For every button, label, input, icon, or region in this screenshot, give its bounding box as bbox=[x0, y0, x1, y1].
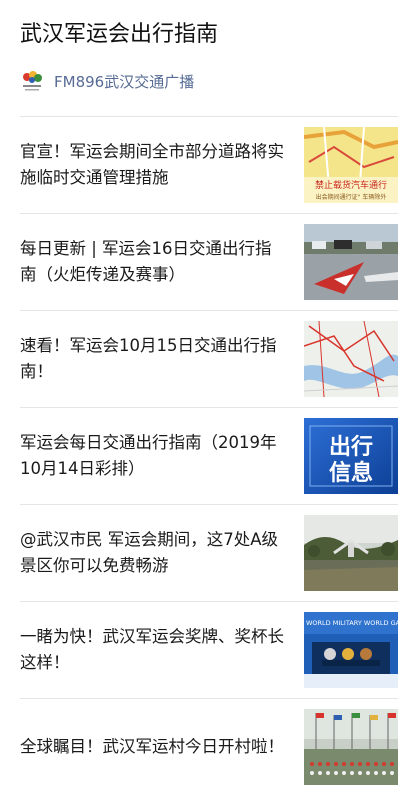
article-title[interactable]: 速看！军运会10月15日交通出行指南！ bbox=[20, 333, 285, 385]
scenic-area-photo-thumbnail[interactable] bbox=[304, 515, 398, 591]
thumb-banner-text: WORLD MILITARY WORLD GAMES PRESS CO bbox=[306, 619, 398, 627]
account-row[interactable]: FM896武汉交通广播 bbox=[20, 66, 397, 96]
article-item[interactable]: @武汉市民 军运会期间，这7处A级景区你可以免费畅游 bbox=[20, 504, 398, 601]
article-item[interactable]: 每日更新 | 军运会16日交通出行指南（火炬传递及赛事） bbox=[20, 213, 398, 310]
article-item[interactable]: 一睹为快！武汉军运会奖牌、奖杯长这样！ WORLD MILITARY WORLD… bbox=[20, 601, 398, 698]
header: 武汉军运会出行指南 FM896武汉交通广播 bbox=[0, 0, 417, 96]
article-item[interactable]: 全球瞩目！武汉军运村今日开村啦！ bbox=[20, 698, 398, 795]
traffic-map-thumbnail[interactable]: 禁止载货汽车通行 出会期间通行证" 车辆除外 bbox=[304, 127, 398, 203]
road-marking-photo-thumbnail[interactable] bbox=[304, 224, 398, 300]
article-list: 官宣！军运会期间全市部分道路将实施临时交通管理措施 禁止载货汽车通行 出会期间通… bbox=[20, 116, 398, 795]
medals-photo-thumbnail[interactable]: WORLD MILITARY WORLD GAMES PRESS CO bbox=[304, 612, 398, 688]
page-title: 武汉军运会出行指南 bbox=[20, 22, 219, 47]
article-item[interactable]: 官宣！军运会期间全市部分道路将实施临时交通管理措施 禁止载货汽车通行 出会期间通… bbox=[20, 116, 398, 213]
athletes-village-photo-thumbnail[interactable] bbox=[304, 709, 398, 785]
article-title[interactable]: 全球瞩目！武汉军运村今日开村啦！ bbox=[20, 734, 285, 760]
article-title[interactable]: 每日更新 | 军运会16日交通出行指南（火炬传递及赛事） bbox=[20, 236, 285, 288]
thumb-text-1: 出行 bbox=[329, 434, 373, 460]
article-title[interactable]: 一睹为快！武汉军运会奖牌、奖杯长这样！ bbox=[20, 624, 285, 676]
article-title[interactable]: @武汉市民 军运会期间，这7处A级景区你可以免费畅游 bbox=[20, 527, 285, 579]
article-item[interactable]: 速看！军运会10月15日交通出行指南！ bbox=[20, 310, 398, 407]
article-title[interactable]: 军运会每日交通出行指南（2019年10月14日彩排） bbox=[20, 430, 285, 482]
article-title[interactable]: 官宣！军运会期间全市部分道路将实施临时交通管理措施 bbox=[20, 139, 285, 191]
route-map-thumbnail[interactable] bbox=[304, 321, 398, 397]
thumb-text-2: 信息 bbox=[329, 460, 373, 486]
account-name-link[interactable]: FM896武汉交通广播 bbox=[54, 71, 194, 92]
thumb-caption-2: 出会期间通行证" 车辆除外 bbox=[316, 193, 387, 201]
thumb-caption-1: 禁止载货汽车通行 bbox=[315, 179, 387, 191]
fm896-logo-icon[interactable] bbox=[20, 69, 44, 93]
article-item[interactable]: 军运会每日交通出行指南（2019年10月14日彩排） 出行 信息 bbox=[20, 407, 398, 504]
travel-info-thumbnail[interactable]: 出行 信息 bbox=[304, 418, 398, 494]
